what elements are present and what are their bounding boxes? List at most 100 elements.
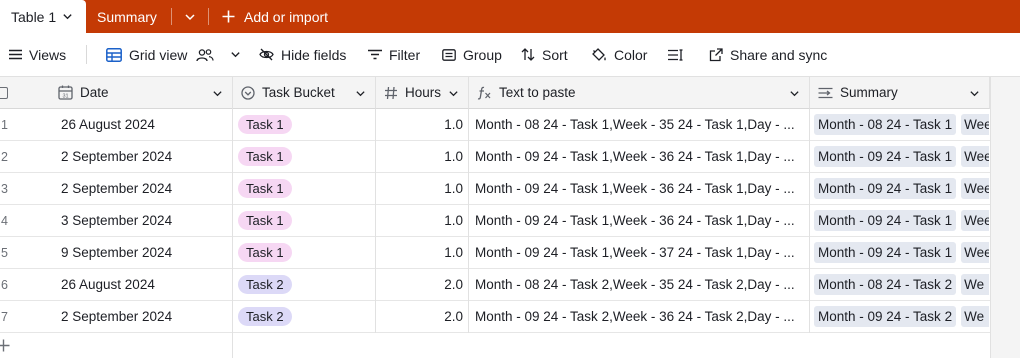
date-cell[interactable]: 26 August 2024	[61, 269, 231, 300]
row-height-button[interactable]	[668, 33, 691, 76]
column-divider	[809, 109, 810, 333]
date-cell[interactable]: 9 September 2024	[61, 237, 231, 268]
task-bucket-cell[interactable]: Task 1	[238, 237, 374, 268]
grid-view-label: Grid view	[129, 46, 188, 63]
text-to-paste-cell[interactable]: Month - 08 24 - Task 1,Week - 35 24 - Ta…	[475, 109, 807, 140]
summary-cell[interactable]: Month - 08 24 - Task 2 We	[810, 269, 990, 300]
chevron-down-icon[interactable]	[789, 88, 800, 99]
summary-chip: Month - 09 24 - Task 1	[814, 146, 957, 167]
add-or-import-label: Add or import	[244, 8, 329, 25]
task-bucket-cell[interactable]: Task 1	[238, 205, 374, 236]
row-number: 6	[1, 277, 8, 292]
text-to-paste-cell[interactable]: Month - 09 24 - Task 2,Week - 36 24 - Ta…	[475, 301, 807, 332]
task-bucket-cell[interactable]: Task 2	[238, 301, 374, 332]
hours-cell[interactable]: 2.0	[376, 269, 463, 300]
sort-icon	[521, 48, 535, 61]
table-row[interactable]: 6 26 August 2024 Task 2 2.0 Month - 08 24 - …	[0, 269, 990, 301]
table-row[interactable]: 5 9 September 2024 Task 1 1.0 Month - 09 24 …	[0, 237, 990, 269]
date-cell[interactable]: 3 September 2024	[61, 205, 231, 236]
text-to-paste-cell[interactable]: Month - 09 24 - Task 1,Week - 36 24 - Ta…	[475, 205, 807, 236]
text-to-paste-value: Month - 09 24 - Task 1,Week - 36 24 - Ta…	[475, 149, 795, 164]
chevron-down-icon[interactable]	[355, 88, 366, 99]
hours-cell[interactable]: 1.0	[376, 205, 463, 236]
share-and-sync-label: Share and sync	[730, 46, 828, 63]
date-cell[interactable]: 26 August 2024	[61, 109, 231, 140]
hide-fields-label: Hide fields	[281, 46, 347, 63]
text-to-paste-value: Month - 08 24 - Task 1,Week - 35 24 - Ta…	[475, 117, 795, 132]
column-header-text-to-paste[interactable]: Text to paste	[469, 77, 810, 109]
column-header-text-to-paste-label: Text to paste	[499, 85, 576, 100]
hours-value: 2.0	[444, 277, 463, 292]
chevron-down-icon[interactable]	[212, 88, 223, 99]
task-bucket-cell[interactable]: Task 1	[238, 173, 374, 204]
add-or-import-button[interactable]: Add or import	[222, 0, 328, 33]
chevron-down-icon[interactable]	[230, 49, 241, 60]
chevron-down-icon[interactable]	[969, 88, 980, 99]
task-bucket-cell[interactable]: Task 1	[238, 109, 374, 140]
table-row[interactable]: 2 2 September 2024 Task 1 1.0 Month - 09 24 …	[0, 141, 990, 173]
summary-cell[interactable]: Month - 08 24 - Task 1 Wee	[810, 109, 990, 140]
column-header-hours[interactable]: Hours	[376, 77, 469, 109]
share-icon	[709, 47, 723, 61]
tab-table-1[interactable]: Table 1	[0, 0, 86, 33]
table-row[interactable]: 3 2 September 2024 Task 1 1.0 Month - 09 24 …	[0, 173, 990, 205]
chevron-down-icon[interactable]	[62, 11, 73, 22]
table-row[interactable]: 7 2 September 2024 Task 2 2.0 Month - 09 24 …	[0, 301, 990, 333]
task-bucket-cell[interactable]: Task 1	[238, 141, 374, 172]
hours-cell[interactable]: 1.0	[376, 109, 463, 140]
text-to-paste-value: Month - 09 24 - Task 2,Week - 36 24 - Ta…	[475, 309, 795, 324]
date-cell[interactable]: 2 September 2024	[61, 141, 231, 172]
chevron-down-icon[interactable]	[448, 88, 459, 99]
hours-cell[interactable]: 1.0	[376, 141, 463, 172]
column-header-task-bucket[interactable]: Task Bucket	[233, 77, 376, 109]
filter-button[interactable]: Filter	[368, 33, 420, 76]
date-value: 26 August 2024	[61, 277, 155, 292]
summary-cell[interactable]: Month - 09 24 - Task 1 Wee	[810, 237, 990, 268]
date-value: 9 September 2024	[61, 245, 173, 260]
text-to-paste-cell[interactable]: Month - 09 24 - Task 1,Week - 37 24 - Ta…	[475, 237, 807, 268]
more-tables-button[interactable]	[172, 0, 208, 33]
group-label: Group	[463, 46, 502, 63]
date-value: 3 September 2024	[61, 213, 173, 228]
rollup-icon	[818, 87, 833, 98]
data-grid: 31 Date Task Bucket Hours Text to paste …	[0, 77, 1020, 358]
hide-fields-button[interactable]: Hide fields	[259, 33, 346, 76]
views-button[interactable]: Views	[9, 33, 66, 76]
table-row[interactable]: 4 3 September 2024 Task 1 1.0 Month - 09 24 …	[0, 205, 990, 237]
grid-view-button[interactable]: Grid view	[106, 33, 248, 76]
hours-cell[interactable]: 2.0	[376, 301, 463, 332]
grid-icon	[106, 47, 122, 62]
row-height-icon	[668, 48, 683, 61]
share-and-sync-button[interactable]: Share and sync	[709, 33, 827, 76]
hours-cell[interactable]: 1.0	[376, 173, 463, 204]
eye-slash-icon	[259, 48, 274, 61]
row-number: 7	[1, 309, 8, 324]
select-all-checkbox[interactable]	[0, 87, 8, 99]
task-bucket-pill: Task 1	[238, 211, 292, 230]
formula-icon	[477, 86, 491, 100]
add-record-button[interactable]	[0, 333, 232, 358]
column-header-summary[interactable]: Summary	[810, 77, 990, 109]
task-bucket-cell[interactable]: Task 2	[238, 269, 374, 300]
color-button[interactable]: Color	[592, 33, 647, 76]
date-value: 2 September 2024	[61, 309, 173, 324]
summary-cell[interactable]: Month - 09 24 - Task 1 Wee	[810, 205, 990, 236]
summary-cell[interactable]: Month - 09 24 - Task 1 Wee	[810, 173, 990, 204]
hours-cell[interactable]: 1.0	[376, 237, 463, 268]
text-to-paste-cell[interactable]: Month - 08 24 - Task 2,Week - 35 24 - Ta…	[475, 269, 807, 300]
text-to-paste-cell[interactable]: Month - 09 24 - Task 1,Week - 36 24 - Ta…	[475, 141, 807, 172]
text-to-paste-cell[interactable]: Month - 09 24 - Task 1,Week - 36 24 - Ta…	[475, 173, 807, 204]
summary-cell[interactable]: Month - 09 24 - Task 1 Wee	[810, 141, 990, 172]
column-header-date[interactable]: 31 Date	[50, 77, 233, 109]
row-number: 1	[1, 117, 8, 132]
row-number: 2	[1, 149, 8, 164]
task-bucket-pill: Task 1	[238, 243, 292, 262]
date-cell[interactable]: 2 September 2024	[61, 301, 231, 332]
group-button[interactable]: Group	[442, 33, 502, 76]
summary-cell[interactable]: Month - 09 24 - Task 2 We	[810, 301, 990, 332]
tab-summary[interactable]: Summary	[97, 0, 157, 33]
task-bucket-pill: Task 1	[238, 147, 292, 166]
date-cell[interactable]: 2 September 2024	[61, 173, 231, 204]
sort-button[interactable]: Sort	[521, 33, 568, 76]
table-row[interactable]: 1 26 August 2024 Task 1 1.0 Month - 08 24 - …	[0, 109, 990, 141]
